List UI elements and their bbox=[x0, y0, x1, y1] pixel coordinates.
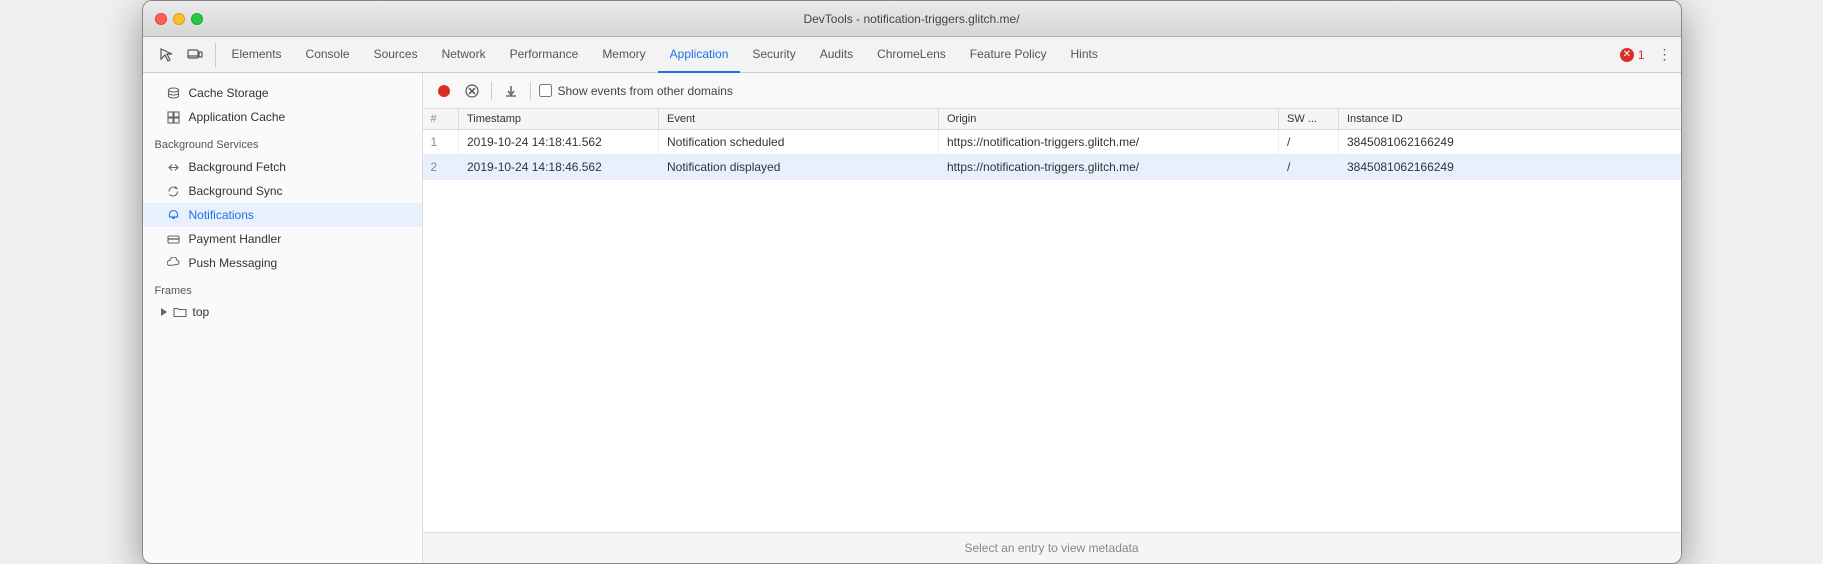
table-body: 1 2019-10-24 14:18:41.562 Notification s… bbox=[423, 130, 1681, 180]
col-header-event: Event bbox=[659, 109, 939, 130]
close-button[interactable] bbox=[155, 13, 167, 25]
sidebar-item-cache-storage[interactable]: Cache Storage bbox=[143, 81, 422, 105]
frames-label: Frames bbox=[143, 275, 422, 301]
sidebar-item-background-fetch[interactable]: Background Fetch bbox=[143, 155, 422, 179]
sidebar-item-payment-handler[interactable]: Payment Handler bbox=[143, 227, 422, 251]
notifications-table: # Timestamp Event Origin SW ... Instance… bbox=[423, 109, 1681, 532]
sync-icon bbox=[167, 184, 181, 198]
tab-audits[interactable]: Audits bbox=[808, 37, 865, 73]
cell-num: 2 bbox=[423, 155, 459, 180]
tab-memory[interactable]: Memory bbox=[590, 37, 657, 73]
devtools-tab-bar: Elements Console Sources Network Perform… bbox=[143, 37, 1681, 73]
sidebar-item-application-cache[interactable]: Application Cache bbox=[143, 105, 422, 129]
col-header-timestamp: Timestamp bbox=[459, 109, 659, 130]
triangle-icon bbox=[161, 308, 167, 316]
data-table: # Timestamp Event Origin SW ... Instance… bbox=[423, 109, 1681, 180]
card-icon bbox=[167, 232, 181, 246]
cell-origin: https://notification-triggers.glitch.me/ bbox=[939, 130, 1279, 155]
arrows-icon bbox=[167, 160, 181, 174]
inspect-icon[interactable] bbox=[155, 43, 179, 67]
show-events-checkbox-label[interactable]: Show events from other domains bbox=[539, 84, 733, 98]
main-layout: Cache Storage Application Cache Backgrou… bbox=[143, 73, 1681, 563]
toolbar-separator-2 bbox=[530, 82, 531, 100]
devtools-window: DevTools - notification-triggers.glitch.… bbox=[142, 0, 1682, 564]
tab-network[interactable]: Network bbox=[430, 37, 498, 73]
record-button[interactable] bbox=[433, 80, 455, 102]
col-header-sw: SW ... bbox=[1279, 109, 1339, 130]
cloud-icon bbox=[167, 256, 181, 270]
content-area: Show events from other domains # Timesta… bbox=[423, 73, 1681, 563]
tab-hints[interactable]: Hints bbox=[1059, 37, 1110, 73]
cell-sw: / bbox=[1279, 130, 1339, 155]
device-icon[interactable] bbox=[183, 43, 207, 67]
status-bar: Select an entry to view metadata bbox=[423, 532, 1681, 563]
cell-event: Notification scheduled bbox=[659, 130, 939, 155]
cell-sw: / bbox=[1279, 155, 1339, 180]
cell-timestamp: 2019-10-24 14:18:46.562 bbox=[459, 155, 659, 180]
error-badge: ✕ 1 bbox=[1620, 48, 1645, 62]
bell-icon bbox=[167, 208, 181, 222]
sidebar-item-notifications[interactable]: Notifications bbox=[143, 203, 422, 227]
tab-security[interactable]: Security bbox=[740, 37, 807, 73]
col-header-origin: Origin bbox=[939, 109, 1279, 130]
cell-num: 1 bbox=[423, 130, 459, 155]
title-bar: DevTools - notification-triggers.glitch.… bbox=[143, 1, 1681, 37]
devtools-icon-group bbox=[147, 43, 216, 67]
tab-feature-policy[interactable]: Feature Policy bbox=[958, 37, 1059, 73]
background-services-label: Background Services bbox=[143, 129, 422, 155]
database-icon bbox=[167, 86, 181, 100]
grid-icon bbox=[167, 110, 181, 124]
cell-event: Notification displayed bbox=[659, 155, 939, 180]
table-row[interactable]: 2 2019-10-24 14:18:46.562 Notification d… bbox=[423, 155, 1681, 180]
tab-application[interactable]: Application bbox=[658, 37, 741, 73]
sidebar-item-background-sync[interactable]: Background Sync bbox=[143, 179, 422, 203]
col-header-instanceid: Instance ID bbox=[1339, 109, 1681, 130]
show-events-checkbox[interactable] bbox=[539, 84, 552, 97]
maximize-button[interactable] bbox=[191, 13, 203, 25]
more-options-icon[interactable]: ⋮ bbox=[1653, 43, 1677, 67]
table-header-row: # Timestamp Event Origin SW ... Instance… bbox=[423, 109, 1681, 130]
error-dot: ✕ bbox=[1620, 48, 1634, 62]
cell-instanceid: 3845081062166249 bbox=[1339, 155, 1681, 180]
table-row[interactable]: 1 2019-10-24 14:18:41.562 Notification s… bbox=[423, 130, 1681, 155]
sidebar: Cache Storage Application Cache Backgrou… bbox=[143, 73, 423, 563]
clear-button[interactable] bbox=[461, 80, 483, 102]
sidebar-item-push-messaging[interactable]: Push Messaging bbox=[143, 251, 422, 275]
tab-console[interactable]: Console bbox=[294, 37, 362, 73]
tab-right-actions: ✕ 1 ⋮ bbox=[1620, 43, 1677, 67]
tab-sources[interactable]: Sources bbox=[362, 37, 430, 73]
cell-instanceid: 3845081062166249 bbox=[1339, 130, 1681, 155]
cell-timestamp: 2019-10-24 14:18:41.562 bbox=[459, 130, 659, 155]
minimize-button[interactable] bbox=[173, 13, 185, 25]
toolbar-separator bbox=[491, 82, 492, 100]
tab-chromelens[interactable]: ChromeLens bbox=[865, 37, 958, 73]
tab-elements[interactable]: Elements bbox=[220, 37, 294, 73]
traffic-lights bbox=[155, 13, 203, 25]
download-button[interactable] bbox=[500, 80, 522, 102]
col-header-num: # bbox=[423, 109, 459, 130]
tab-performance[interactable]: Performance bbox=[498, 37, 591, 73]
window-title: DevTools - notification-triggers.glitch.… bbox=[803, 12, 1019, 26]
content-toolbar: Show events from other domains bbox=[423, 73, 1681, 109]
folder-icon bbox=[173, 305, 187, 319]
cell-origin: https://notification-triggers.glitch.me/ bbox=[939, 155, 1279, 180]
sidebar-item-top-frame[interactable]: top bbox=[143, 301, 422, 323]
